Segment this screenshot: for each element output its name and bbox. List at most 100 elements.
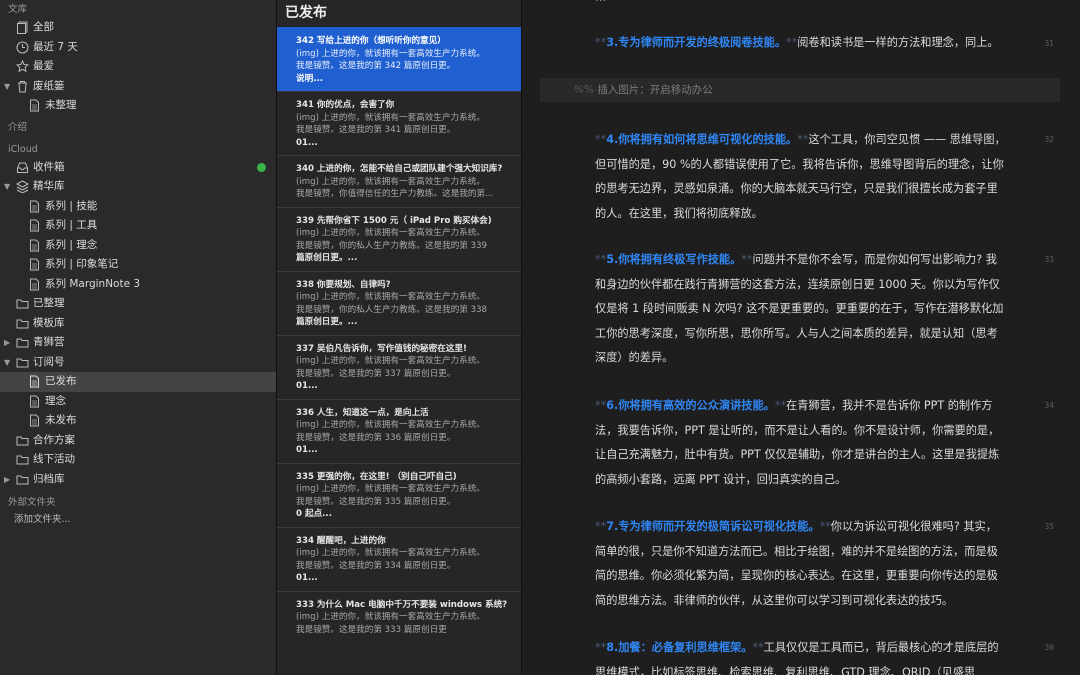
sheet-preview-line: 我是镜赞。这是我的第 341 篇原创日更。 <box>296 125 456 135</box>
sidebar-item-label: 模板库 <box>33 316 65 329</box>
folder-icon <box>16 436 29 445</box>
document-icon <box>30 219 39 232</box>
sheet-preview-line: 0 起点... <box>296 509 332 519</box>
paragraph: **6.你将拥有高效的公众演讲技能。**在青狮营，我并不是告诉你 PPT 的制作… <box>595 394 1007 492</box>
sidebar-item-subscription[interactable]: ▼ 订阅号 <box>0 353 276 373</box>
sheet-title: 336 人生，知道这一点，是向上活 <box>296 407 429 418</box>
sheet-preview-line: 我是镜赞。这是我的第 334 篇原创日更。 <box>296 560 456 571</box>
sidebar-item-series-skills[interactable]: 系列 | 技能 <box>0 197 276 217</box>
disclosure-triangle-icon[interactable]: ▶ <box>4 470 10 490</box>
disclosure-triangle-icon[interactable]: ▼ <box>4 77 10 97</box>
markup-marker: ** <box>595 133 607 146</box>
markup-marker: ** <box>595 36 607 49</box>
markup-marker: ** <box>595 253 607 266</box>
sidebar-item-label: 收件箱 <box>33 160 65 173</box>
sidebar-item-concepts[interactable]: 理念 <box>0 392 276 412</box>
add-folder-link[interactable]: 添加文件夹... <box>0 511 276 529</box>
sheet-title: 333 为什么 Mac 电脑中千万不要装 windows 系统? <box>296 599 508 610</box>
document-icon <box>30 395 39 407</box>
sidebar-item-unpublished[interactable]: 未发布 <box>0 411 276 431</box>
folder-icon <box>16 475 29 484</box>
previous-line-fragment: … <box>595 0 606 10</box>
sheet-preview-line: 我是镜赞，你的私人生产力教练。这是我的第 338 <box>296 304 488 315</box>
sheet-list-item[interactable]: 335 更强的你，在这里! （别自己吓自己) (img) 上进的你，就该拥有一套高… <box>277 462 521 527</box>
sidebar-item-organized[interactable]: 已整理 <box>0 294 276 314</box>
sheet-title: 335 更强的你，在这里! （别自己吓自己) <box>296 471 457 482</box>
sidebar-item-recent[interactable]: 最近 7 天 <box>0 38 276 58</box>
sidebar-item-label: 已发布 <box>45 375 77 387</box>
sidebar-item-all[interactable]: 全部 <box>0 18 276 38</box>
sidebar-item-series-marginnote[interactable]: 系列 MarginNote 3 <box>0 275 276 295</box>
document-icon <box>30 99 39 112</box>
paragraph-body: 阅卷和读书是一样的方法和理念，同上。 <box>797 36 999 49</box>
sidebar-item-label: 未整理 <box>45 99 77 111</box>
sidebar-item-label: 未发布 <box>45 414 77 426</box>
paragraph-body: 问题并不是你不会写，而是你如何写出影响力? 我和身边的伙伴都在践行青狮营的这套方… <box>595 253 1004 364</box>
sheet-list-item[interactable]: 340 上进的你，怎能不给自己或团队建个强大知识库? (img) 上进的你，就该拥… <box>277 155 521 207</box>
folder-icon <box>16 338 29 348</box>
sheet-list-item[interactable]: 336 人生，知道这一点，是向上活 (img) 上进的你，就该拥有一套高效生产力系… <box>277 398 521 463</box>
sheet-preview-line: (img) 上进的你，就该拥有一套高效生产力系统。 <box>296 112 485 123</box>
document-icon <box>30 239 39 251</box>
sidebar: 文库 全部 最近 7 天 最爱 ▼ 废纸篓 未整理 介绍 iCloud 收件箱 … <box>0 0 277 675</box>
markup-marker: ** <box>819 520 831 533</box>
disclosure-triangle-icon[interactable]: ▶ <box>4 333 10 353</box>
sheet-title: 341 你的优点，会害了你 <box>296 100 395 110</box>
paragraph-heading: 8.加餐：必备复利思维框架。 <box>606 641 753 654</box>
folder-icon <box>16 319 29 328</box>
sheet-title: 339 先帮你省下 1500 元（ iPad Pro 购买体会) <box>296 215 492 226</box>
sidebar-item-label: 系列 | 印象笔记 <box>45 258 119 270</box>
sidebar-item-published[interactable]: 已发布 <box>0 372 276 392</box>
sync-status-icon <box>257 163 266 172</box>
sheet-preview-line: 01... <box>296 445 318 455</box>
sheet-preview-line: 我是镜赞。这是我的第 335 篇原创日更。 <box>296 496 456 507</box>
sidebar-item-series-evernote[interactable]: 系列 | 印象笔记 <box>0 255 276 275</box>
line-number: 32 <box>1044 135 1054 144</box>
paragraph-heading: 3.专为律师而开发的终极阅卷技能。 <box>606 36 787 49</box>
sheet-list-item[interactable]: 341 你的优点，会害了你 (img) 上进的你，就该拥有一套高效生产力系统。 我是… <box>277 91 521 155</box>
sidebar-item-label: 线下活动 <box>33 453 75 465</box>
sidebar-item-essentials[interactable]: ▼ 精华库 <box>0 177 276 197</box>
document-icon <box>30 258 39 271</box>
sidebar-item-partnership[interactable]: 合作方案 <box>0 431 276 451</box>
sidebar-item-templates[interactable]: 模板库 <box>0 314 276 334</box>
star-icon <box>16 60 29 73</box>
sheet-preview-line: 篇原创日更。... <box>296 317 358 327</box>
line-number: 31 <box>1044 39 1054 48</box>
comment-marker: %% <box>574 84 594 96</box>
sheet-preview-line: (img) 上进的你，就该拥有一套高效生产力系统。 <box>296 292 485 302</box>
sheet-list-item[interactable]: 337 吴伯凡告诉你，写作值钱的秘密在这里! (img) 上进的你，就该拥有一套高… <box>277 334 521 399</box>
sheet-preview-line: 01... <box>296 573 318 583</box>
sidebar-item-label: 系列 MarginNote 3 <box>45 277 141 290</box>
section-header-intro[interactable]: 介绍 <box>0 120 276 136</box>
sidebar-item-series-tools[interactable]: 系列 | 工具 <box>0 216 276 236</box>
sidebar-item-archive[interactable]: ▶ 归档库 <box>0 470 276 490</box>
sheet-preview-line: (img) 上进的你，就该拥有一套高效生产力系统。 <box>296 176 485 187</box>
sheet-list-item[interactable]: 333 为什么 Mac 电脑中千万不要装 windows 系统? (img) 上进… <box>277 590 521 643</box>
sheet-list-item[interactable]: 334 醒醒吧，上进的你 (img) 上进的你，就该拥有一套高效生产力系统。 我是镜… <box>277 526 521 591</box>
sidebar-item-offline-events[interactable]: 线下活动 <box>0 450 276 470</box>
document-icon <box>30 278 39 290</box>
sheet-list: 已发布 342 写给上进的你（想听听你的意见） (img) 上进的你，就该拥有一套… <box>277 0 522 675</box>
sidebar-item-unsorted[interactable]: 未整理 <box>0 96 276 116</box>
document-stack-icon <box>17 21 28 34</box>
sidebar-item-label: 青狮营 <box>33 336 65 348</box>
sheet-list-item[interactable]: 338 你要规划、自律吗? (img) 上进的你，就该拥有一套高效生产力系统。 我是… <box>277 270 521 335</box>
sheet-list-item[interactable]: 339 先帮你省下 1500 元（ iPad Pro 购买体会) (img) 上进… <box>277 206 521 271</box>
sidebar-item-series-concepts[interactable]: 系列 | 理念 <box>0 236 276 256</box>
sheet-title: 340 上进的你，怎能不给自己或团队建个强大知识库? <box>296 164 503 174</box>
disclosure-triangle-icon[interactable]: ▼ <box>4 353 10 373</box>
document-icon <box>30 414 39 427</box>
sheet-list-item[interactable]: 342 写给上进的你（想听听你的意见） (img) 上进的你，就该拥有一套高效生产… <box>277 27 521 91</box>
section-header-library: 文库 <box>8 4 28 15</box>
markup-marker: ** <box>752 641 764 654</box>
sidebar-item-trash[interactable]: ▼ 废纸篓 <box>0 77 276 97</box>
sheet-title: 337 吴伯凡告诉你，写作值钱的秘密在这里! <box>296 343 467 354</box>
disclosure-triangle-icon[interactable]: ▼ <box>4 177 10 197</box>
image-placeholder-text: 插入图片：开启移动办公 <box>597 84 713 96</box>
editor[interactable]: … **3.专为律师而开发的终极阅卷技能。**阅卷和读书是一样的方法和理念，同上… <box>522 0 1080 675</box>
sidebar-item-inbox[interactable]: 收件箱 <box>0 158 276 178</box>
paragraph: **8.加餐：必备复利思维框架。**工具仅仅是工具而已，背后最核心的才是底层的思… <box>595 636 1007 675</box>
sidebar-item-qingshi[interactable]: ▶ 青狮营 <box>0 333 276 353</box>
sidebar-item-favorites[interactable]: 最爱 <box>0 57 276 77</box>
